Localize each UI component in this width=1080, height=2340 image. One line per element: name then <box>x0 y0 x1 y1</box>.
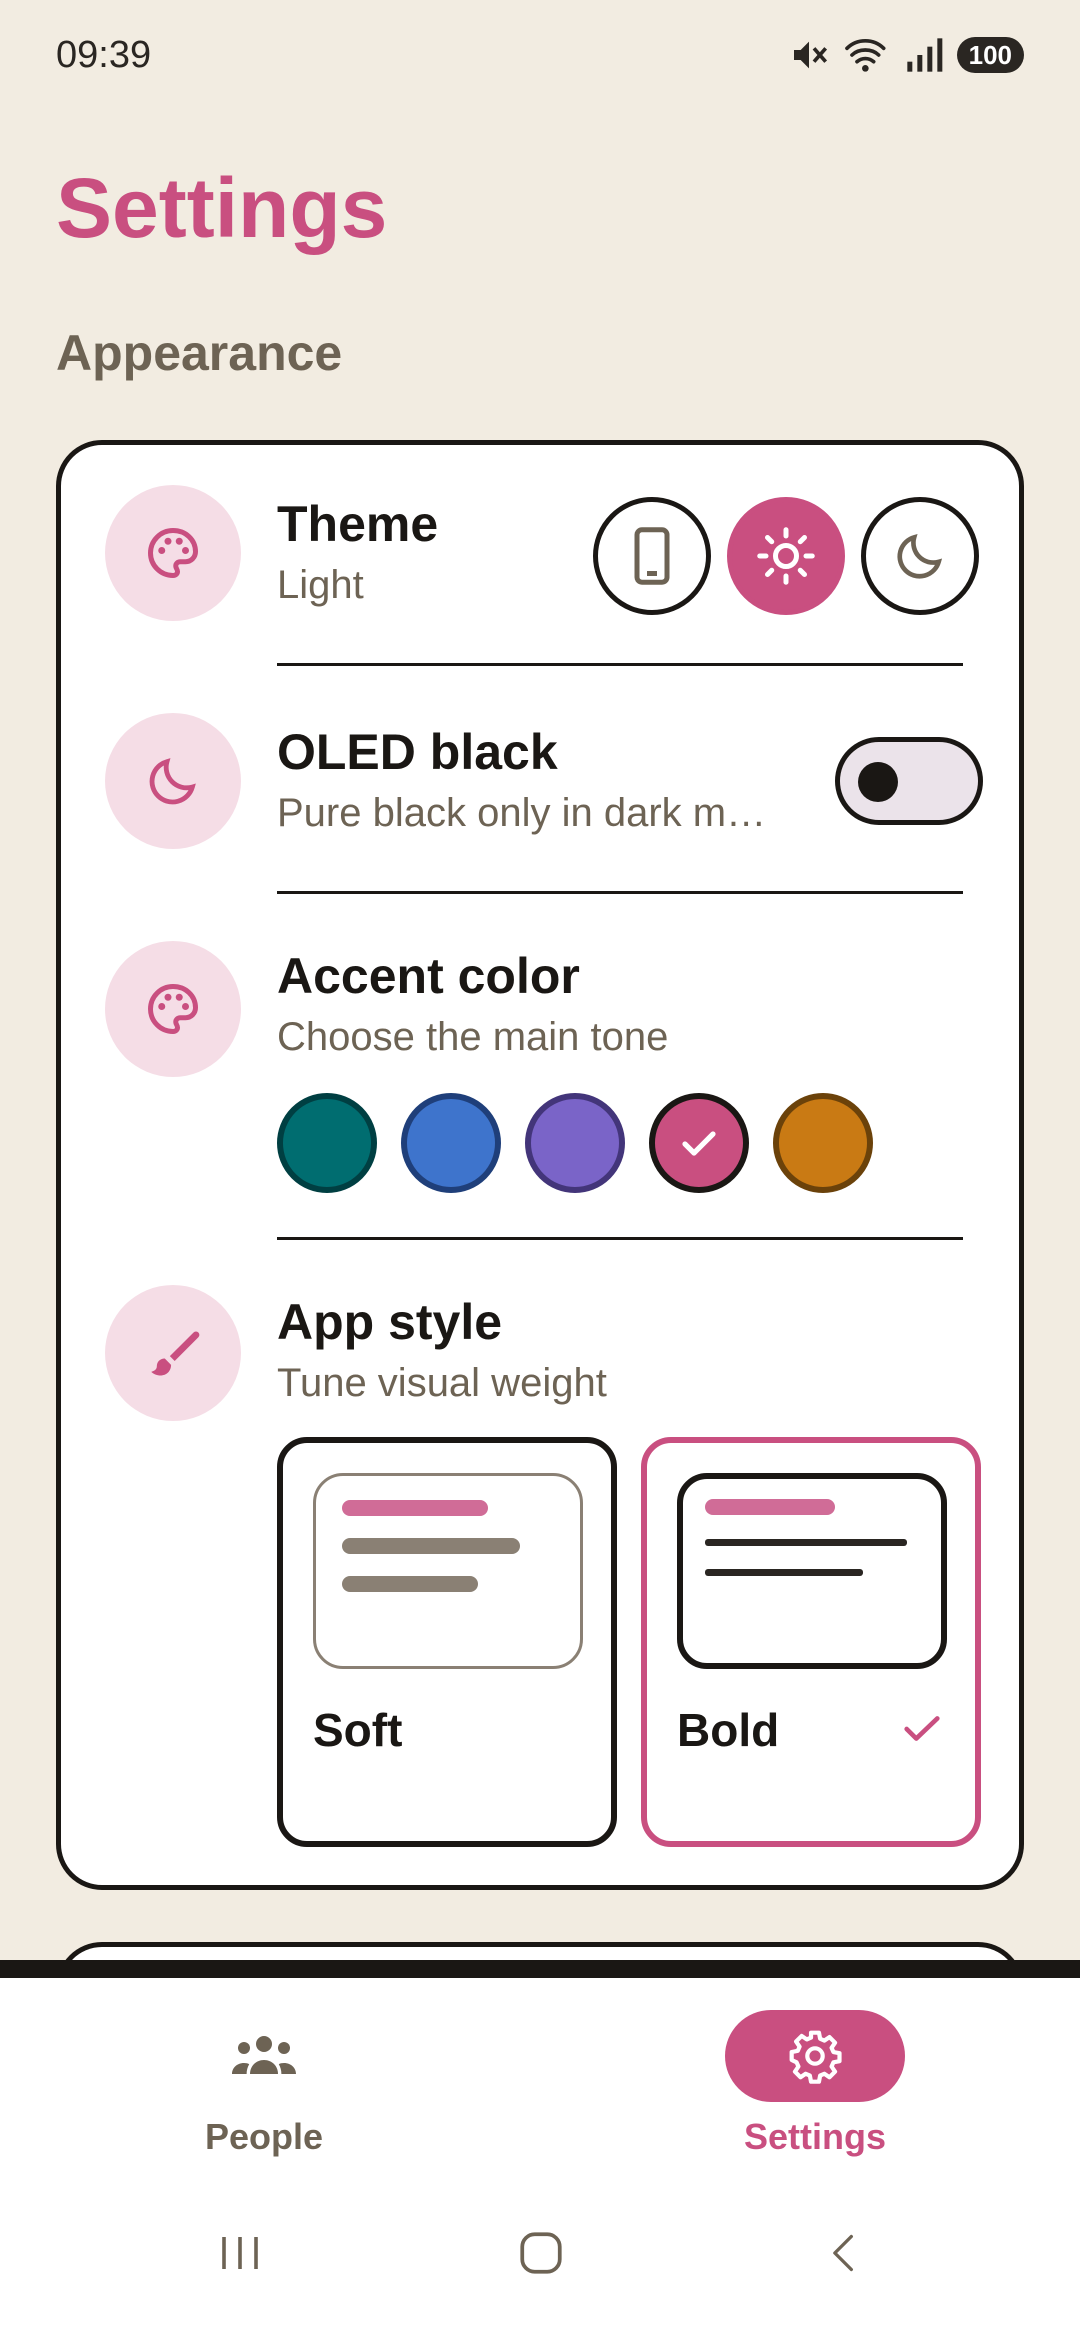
theme-dark-button[interactable] <box>861 497 979 615</box>
theme-light-button[interactable] <box>727 497 845 615</box>
oled-subtitle: Pure black only in dark m… <box>277 791 767 835</box>
check-icon <box>904 1716 940 1741</box>
status-bar: 09:39 100 <box>0 0 1080 110</box>
palette-icon <box>105 485 241 621</box>
moon-icon <box>897 533 943 579</box>
style-subtitle: Tune visual weight <box>277 1361 607 1405</box>
nav-people[interactable]: People <box>114 2010 414 2158</box>
appearance-card: Theme Light OLED black Pure black only i… <box>56 440 1024 1890</box>
swatch-teal[interactable] <box>277 1093 377 1193</box>
swatch-blue[interactable] <box>401 1093 501 1193</box>
soft-preview <box>313 1473 583 1669</box>
bottom-navigation: People Settings <box>0 1978 1080 2340</box>
swatch-pink[interactable] <box>649 1093 749 1193</box>
swatch-purple[interactable] <box>525 1093 625 1193</box>
brush-icon <box>105 1285 241 1421</box>
toggle-knob <box>858 762 898 802</box>
recent-apps-icon[interactable] <box>216 2228 264 2278</box>
nav-people-label: People <box>204 2116 324 2157</box>
status-icons: 100 <box>789 35 1024 75</box>
nav-settings[interactable]: Settings <box>665 2010 965 2158</box>
mute-icon <box>793 41 827 69</box>
battery-indicator: 100 <box>956 37 1024 73</box>
nav-settings-icon-wrap <box>725 2010 905 2102</box>
phone-icon <box>634 527 670 585</box>
soft-label: Soft <box>313 1704 403 1756</box>
oled-title: OLED black <box>277 724 558 780</box>
nav-settings-label: Settings <box>743 2116 886 2157</box>
style-option-bold[interactable]: Bold <box>641 1437 981 1847</box>
theme-title: Theme <box>277 496 439 552</box>
gear-icon <box>789 2030 842 2084</box>
system-navigation <box>0 2208 1080 2308</box>
check-icon <box>682 1131 716 1156</box>
signal-icon <box>906 38 942 72</box>
accent-title: Accent color <box>277 948 580 1004</box>
swatch-orange[interactable] <box>773 1093 873 1193</box>
page-title: Settings <box>56 161 388 255</box>
bold-preview <box>677 1473 947 1669</box>
people-icon <box>232 2036 296 2074</box>
status-time: 09:39 <box>56 33 152 76</box>
back-icon[interactable] <box>822 2228 866 2278</box>
style-title: App style <box>277 1294 503 1350</box>
nav-separator <box>0 1960 1080 1978</box>
sun-icon <box>757 527 815 585</box>
palette-icon <box>105 941 241 1077</box>
theme-system-button[interactable] <box>593 497 711 615</box>
style-option-soft[interactable]: Soft <box>277 1437 617 1847</box>
section-title: Appearance <box>56 325 343 381</box>
divider <box>277 663 963 666</box>
divider <box>277 891 963 894</box>
divider <box>277 1237 963 1240</box>
accent-subtitle: Choose the main tone <box>277 1015 669 1059</box>
nav-people-icon-wrap <box>174 2010 354 2102</box>
moon-icon <box>105 713 241 849</box>
theme-subtitle: Light <box>277 563 364 607</box>
oled-toggle[interactable] <box>835 737 983 825</box>
bold-label: Bold <box>677 1704 780 1756</box>
wifi-icon <box>844 39 886 72</box>
home-icon[interactable] <box>516 2228 566 2278</box>
